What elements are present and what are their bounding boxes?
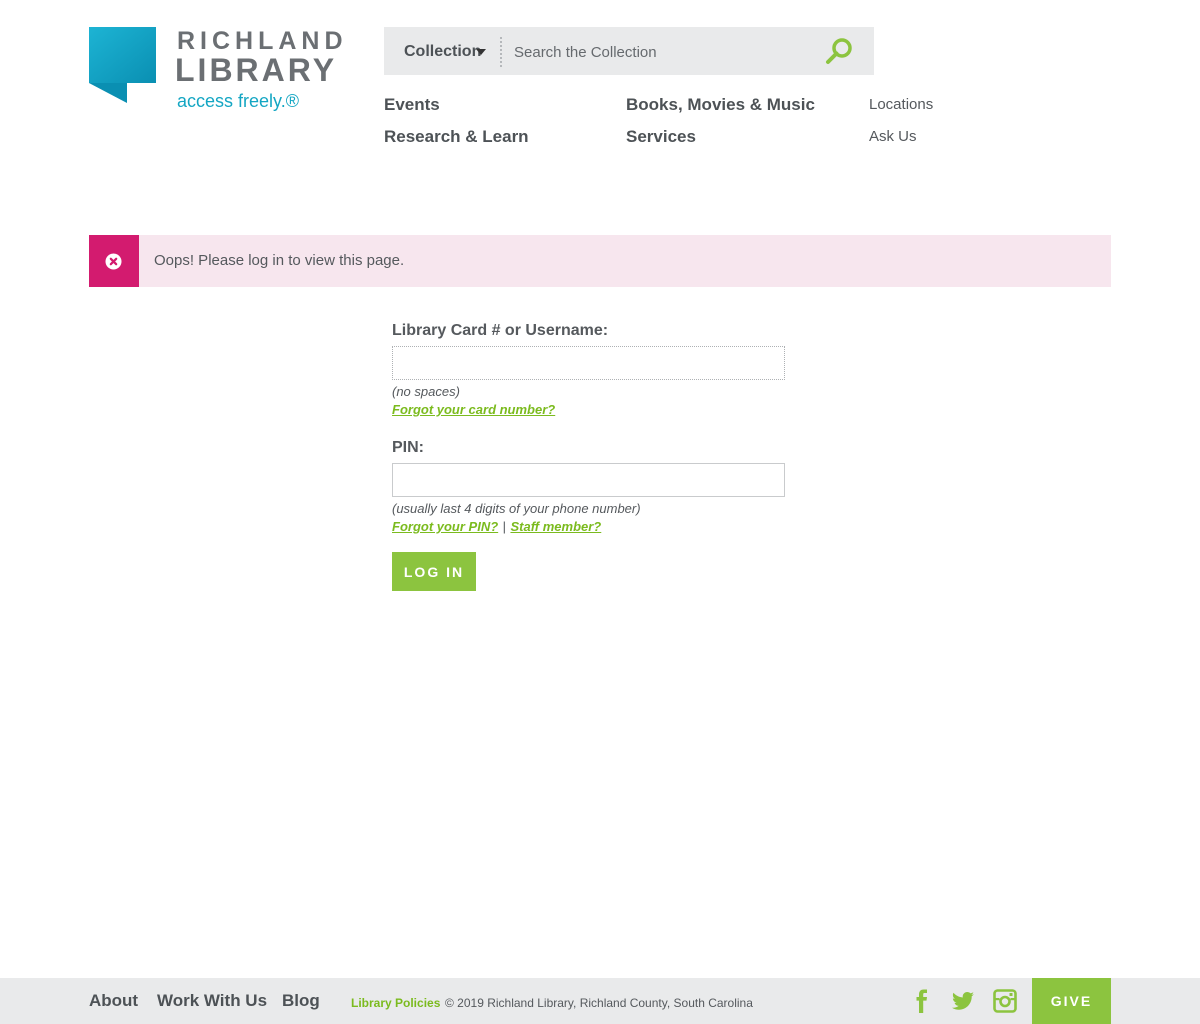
- staff-member-link[interactable]: Staff member?: [510, 519, 601, 534]
- nav-ask-us[interactable]: Ask Us: [869, 128, 917, 145]
- card-forgot-row: Forgot your card number?: [392, 401, 792, 419]
- forgot-pin-link[interactable]: Forgot your PIN?: [392, 519, 498, 534]
- search-icon[interactable]: [824, 36, 856, 68]
- link-separator: |: [502, 519, 507, 534]
- search-divider: [500, 37, 502, 67]
- logo-word-library: LIBRARY: [175, 52, 338, 88]
- search-bar: Collection: [384, 27, 874, 75]
- give-button[interactable]: GIVE: [1032, 978, 1111, 1024]
- pin-hint: (usually last 4 digits of your phone num…: [392, 501, 641, 516]
- footer-blog-link[interactable]: Blog: [282, 991, 320, 1011]
- search-scope-select[interactable]: Collection: [404, 43, 481, 61]
- twitter-icon[interactable]: [951, 989, 975, 1013]
- library-policies-link[interactable]: Library Policies: [351, 996, 440, 1010]
- copyright-text: © 2019 Richland Library, Richland County…: [445, 996, 753, 1010]
- nav-research-learn[interactable]: Research & Learn: [384, 127, 529, 147]
- error-icon: [105, 253, 122, 270]
- footer-about-link[interactable]: About: [89, 991, 138, 1011]
- nav-services[interactable]: Services: [626, 127, 696, 147]
- pin-links-row: Forgot your PIN? | Staff member?: [392, 518, 792, 536]
- login-button[interactable]: LOG IN: [392, 552, 476, 591]
- nav-locations[interactable]: Locations: [869, 96, 933, 113]
- alert-icon-box: [89, 235, 139, 287]
- chevron-down-icon[interactable]: [476, 49, 486, 55]
- card-number-label: Library Card # or Username:: [392, 322, 609, 339]
- facebook-icon[interactable]: [910, 989, 934, 1013]
- footer-work-link[interactable]: Work With Us: [157, 991, 267, 1011]
- logo-mark-icon: [89, 27, 156, 103]
- error-alert: Oops! Please log in to view this page.: [89, 235, 1111, 287]
- alert-message: Oops! Please log in to view this page.: [154, 252, 405, 269]
- instagram-icon[interactable]: [993, 989, 1017, 1013]
- card-number-hint: (no spaces): [392, 384, 460, 399]
- login-form: Library Card # or Username: (no spaces) …: [392, 322, 792, 591]
- site-logo[interactable]: RICHLAND LIBRARY access freely.®: [89, 27, 349, 117]
- card-number-input[interactable]: [392, 346, 785, 380]
- nav-books-movies-music[interactable]: Books, Movies & Music: [626, 95, 815, 115]
- forgot-card-link[interactable]: Forgot your card number?: [392, 402, 555, 417]
- pin-input[interactable]: [392, 463, 785, 497]
- search-input[interactable]: [514, 40, 814, 64]
- pin-label: PIN:: [392, 439, 424, 456]
- footer: About Work With Us Blog Library Policies…: [0, 978, 1200, 1024]
- nav-events[interactable]: Events: [384, 95, 440, 115]
- logo-tagline: access freely.®: [177, 91, 299, 111]
